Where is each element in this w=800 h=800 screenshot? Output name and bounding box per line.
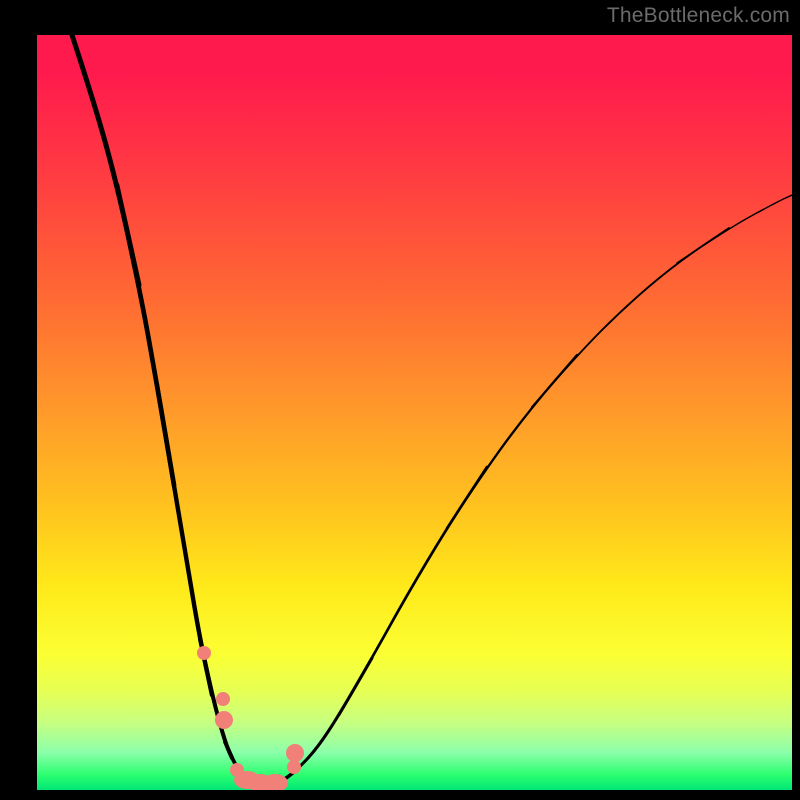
watermark-text: TheBottleneck.com [607, 4, 790, 28]
data-point [286, 744, 304, 762]
data-point [197, 646, 211, 660]
data-point [287, 760, 301, 774]
curve-segment [447, 355, 577, 528]
plot-area [37, 35, 792, 790]
data-point [216, 692, 230, 706]
curve-segment [339, 467, 487, 715]
data-point [215, 711, 233, 729]
chart-svg [37, 35, 792, 790]
curve-segment [677, 195, 792, 263]
chart-frame: TheBottleneck.com [0, 0, 800, 800]
curve-segment [532, 228, 729, 407]
